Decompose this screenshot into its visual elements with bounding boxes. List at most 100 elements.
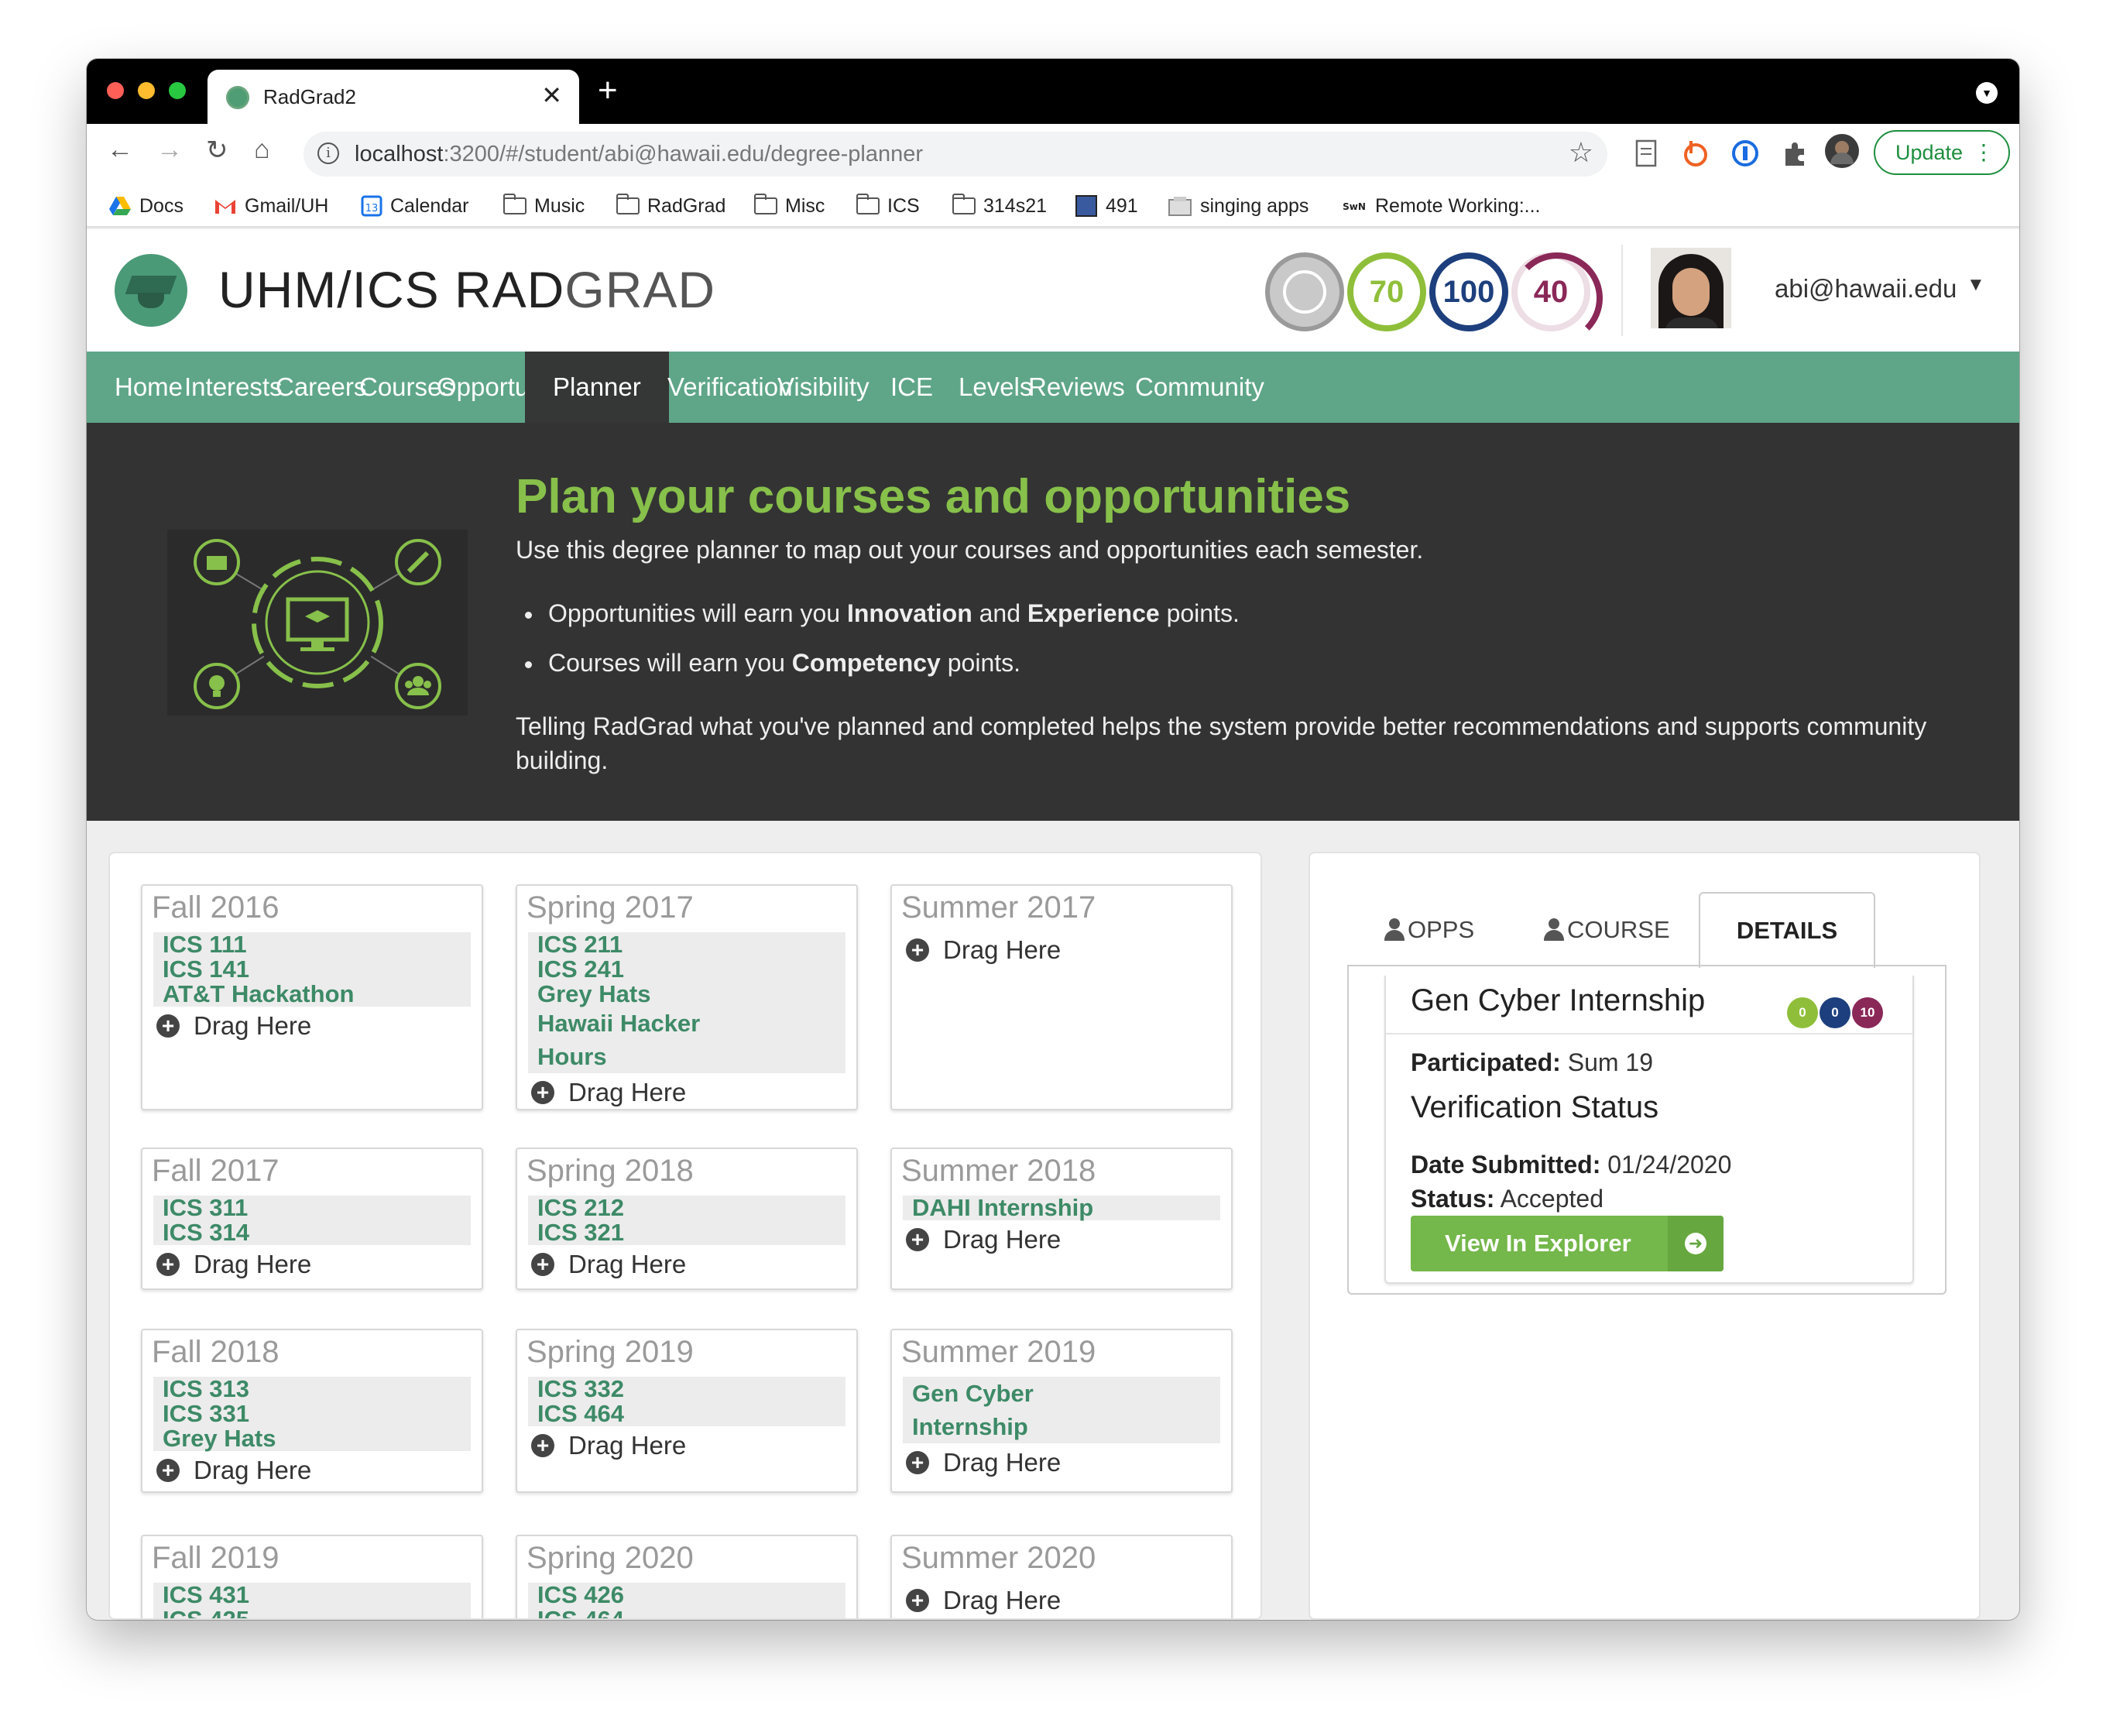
planned-item[interactable]: Grey Hats bbox=[153, 1426, 471, 1451]
planned-item[interactable]: ICS 212 bbox=[528, 1196, 845, 1220]
semester-summer-2017[interactable]: Summer 2017 + Drag Here bbox=[890, 884, 1233, 1110]
site-info-icon[interactable]: i bbox=[317, 142, 339, 164]
drag-here-dropzone[interactable]: + Drag Here bbox=[528, 1250, 845, 1279]
planned-item[interactable]: DAHI Internship bbox=[903, 1196, 1220, 1220]
semester-spring-2020[interactable]: Spring 2020 ICS 426ICS 464+Drag Here bbox=[516, 1535, 858, 1618]
semester-spring-2017[interactable]: Spring 2017 ICS 211 ICS 241 Grey Hats Hawaii… bbox=[516, 884, 858, 1110]
tab-opps[interactable]: OPPS bbox=[1384, 892, 1474, 968]
drag-here-dropzone[interactable]: + Drag Here bbox=[903, 1586, 1220, 1615]
bookmark-music[interactable]: Music bbox=[503, 192, 585, 220]
more-menu-icon[interactable]: ⋮ bbox=[1973, 132, 1995, 173]
bookmark-misc[interactable]: Misc bbox=[754, 192, 825, 220]
user-menu[interactable]: abi@hawaii.edu bbox=[1775, 274, 1957, 304]
level-badge-icon[interactable] bbox=[1265, 252, 1344, 331]
semester-fall-2016[interactable]: Fall 2016 ICS 111 ICS 141 AT&T Hackathon + Dr… bbox=[141, 884, 483, 1110]
planned-item[interactable]: ICS 241 bbox=[528, 957, 845, 982]
minimize-window-button[interactable] bbox=[138, 82, 155, 99]
planned-item[interactable]: ICS 464 bbox=[528, 1607, 845, 1618]
bullet-innovation: Innovation bbox=[846, 599, 972, 627]
drag-here-dropzone[interactable]: + Drag Here bbox=[153, 1011, 471, 1041]
drag-here-dropzone[interactable]: + Drag Here bbox=[903, 1225, 1220, 1254]
radgrad-logo[interactable] bbox=[115, 254, 187, 327]
profile-avatar-icon[interactable] bbox=[1824, 133, 1860, 169]
site-title-light: GRAD bbox=[564, 261, 716, 318]
bullet-competency: Competency bbox=[791, 649, 941, 677]
tab-course[interactable]: COURSE bbox=[1544, 892, 1670, 968]
browser-tab[interactable]: RadGrad2 ✕ bbox=[208, 70, 579, 124]
semester-summer-2020[interactable]: Summer 2020 + Drag Here bbox=[890, 1535, 1233, 1618]
bookmark-star-icon[interactable]: ☆ bbox=[1569, 136, 1593, 169]
bookmark-radgrad[interactable]: RadGrad bbox=[616, 192, 725, 220]
drag-here-dropzone[interactable]: + Drag Here bbox=[528, 1431, 845, 1460]
competency-gauge[interactable]: 100 bbox=[1429, 252, 1508, 331]
planned-item[interactable]: ICS 321 bbox=[528, 1220, 845, 1245]
bookmark-491[interactable]: 491 bbox=[1075, 192, 1138, 220]
drag-here-dropzone[interactable]: + Drag Here bbox=[903, 1448, 1220, 1477]
semester-spring-2018[interactable]: Spring 2018 ICS 212 ICS 321 + Drag Here bbox=[516, 1148, 858, 1290]
browser-toolbar: ← → ↻ ⌂ i localhost:3200/#/student/abi@h… bbox=[87, 124, 2019, 184]
new-tab-button[interactable]: + bbox=[598, 71, 618, 110]
semester-fall-2019[interactable]: Fall 2019 ICS 431ICS 425+Drag Here bbox=[141, 1535, 483, 1618]
planned-item[interactable]: ICS 331 bbox=[153, 1401, 471, 1426]
planned-item[interactable]: ICS 426 bbox=[528, 1583, 845, 1607]
semester-spring-2019[interactable]: Spring 2019 ICS 332 ICS 464 + Drag Here bbox=[516, 1329, 858, 1493]
update-button[interactable]: Update ⋮ bbox=[1874, 130, 2010, 175]
nav-community[interactable]: Community bbox=[1107, 352, 1292, 423]
arrow-right-circle-icon: ➜ bbox=[1685, 1233, 1706, 1254]
planned-item[interactable]: Hawaii Hacker Hours bbox=[528, 1007, 845, 1073]
semester-summer-2019[interactable]: Summer 2019 Gen Cyber Internship + Drag Her… bbox=[890, 1329, 1233, 1493]
document-extension-icon[interactable] bbox=[1631, 138, 1662, 169]
planned-item[interactable]: Grey Hats bbox=[528, 982, 845, 1007]
tab-search-icon[interactable]: ▼ bbox=[1976, 82, 1998, 104]
user-avatar[interactable] bbox=[1651, 248, 1731, 328]
address-bar[interactable]: i localhost:3200/#/student/abi@hawaii.ed… bbox=[304, 132, 1607, 177]
semester-fall-2018[interactable]: Fall 2018 ICS 313 ICS 331 Grey Hats + Drag He… bbox=[141, 1329, 483, 1493]
drag-here-dropzone[interactable]: + Drag Here bbox=[153, 1456, 471, 1485]
bookmark-314s21[interactable]: 314s21 bbox=[952, 192, 1047, 220]
tab-details[interactable]: DETAILS bbox=[1699, 892, 1875, 968]
bookmark-remote-working[interactable]: SwN Remote Working:... bbox=[1341, 192, 1540, 220]
degree-planner: Fall 2016 ICS 111 ICS 141 AT&T Hackathon + Dr… bbox=[108, 852, 1262, 1620]
planned-item[interactable]: ICS 431 bbox=[153, 1583, 471, 1607]
site-title[interactable]: UHM/ICS RADGRAD bbox=[218, 260, 715, 319]
bookmark-ics[interactable]: ICS bbox=[856, 192, 920, 220]
semester-fall-2017[interactable]: Fall 2017 ICS 311 ICS 314 + Drag Here bbox=[141, 1148, 483, 1290]
url-text[interactable]: localhost:3200/#/student/abi@hawaii.edu/… bbox=[355, 142, 923, 167]
tab-close-icon[interactable]: ✕ bbox=[541, 81, 562, 110]
drag-here-dropzone[interactable]: + Drag Here bbox=[153, 1250, 471, 1279]
google-docs-icon bbox=[108, 195, 132, 217]
semester-summer-2018[interactable]: Summer 2018 DAHI Internship + Drag Here bbox=[890, 1148, 1233, 1290]
bookmark-docs[interactable]: Docs bbox=[108, 192, 184, 220]
forward-icon[interactable]: → bbox=[156, 135, 183, 165]
planned-item[interactable]: ICS 111 bbox=[153, 932, 471, 957]
planned-item[interactable]: ICS 141 bbox=[153, 957, 471, 982]
bookmark-singing-apps[interactable]: singing apps bbox=[1168, 192, 1309, 220]
bookmark-calendar[interactable]: 13 Calendar bbox=[361, 192, 468, 220]
bitly-extension-icon[interactable] bbox=[1680, 138, 1711, 169]
planned-item[interactable]: ICS 311 bbox=[153, 1196, 471, 1220]
innovation-gauge[interactable]: 70 bbox=[1347, 252, 1426, 331]
drag-here-dropzone[interactable]: + Drag Here bbox=[903, 935, 1220, 965]
zoom-window-button[interactable] bbox=[169, 82, 186, 99]
puzzle-extensions-icon[interactable] bbox=[1779, 138, 1810, 169]
planned-item[interactable]: Gen Cyber Internship bbox=[903, 1377, 1220, 1443]
planned-item[interactable]: ICS 313 bbox=[153, 1377, 471, 1401]
planned-item[interactable]: ICS 332 bbox=[528, 1377, 845, 1401]
planned-item[interactable]: ICS 314 bbox=[153, 1220, 471, 1245]
home-icon[interactable]: ⌂ bbox=[254, 135, 270, 165]
planned-item[interactable]: ICS 425 bbox=[153, 1607, 471, 1618]
view-in-explorer-button[interactable]: View In Explorer ➜ bbox=[1411, 1216, 1724, 1271]
planned-item[interactable]: ICS 464 bbox=[528, 1401, 845, 1426]
back-icon[interactable]: ← bbox=[107, 135, 133, 165]
close-window-button[interactable] bbox=[107, 82, 124, 99]
folder-icon bbox=[754, 194, 777, 214]
url-path: :3200/#/student/abi@hawaii.edu/degree-pl… bbox=[443, 142, 924, 166]
planned-item[interactable]: ICS 211 bbox=[528, 932, 845, 957]
password-extension-icon[interactable] bbox=[1730, 138, 1761, 169]
reload-icon[interactable]: ↻ bbox=[206, 135, 228, 166]
caret-down-icon[interactable]: ▼ bbox=[1967, 274, 1985, 296]
bookmark-gmail-uh[interactable]: Gmail/UH bbox=[214, 192, 328, 220]
drag-here-dropzone[interactable]: + Drag Here bbox=[528, 1078, 845, 1107]
experience-gauge[interactable]: 40 bbox=[1511, 252, 1603, 344]
planned-item[interactable]: AT&T Hackathon bbox=[153, 982, 471, 1007]
